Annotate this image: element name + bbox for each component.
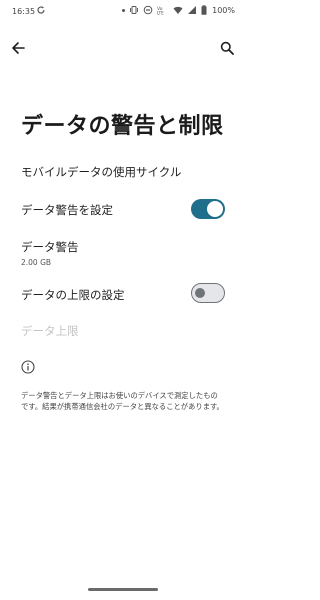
- toggle-knob: [207, 201, 223, 217]
- vibrate-icon: [130, 6, 139, 14]
- back-button[interactable]: [8, 38, 28, 58]
- usage-cycle-item[interactable]: モバイルデータの使用サイクル: [21, 164, 225, 180]
- data-limit-label: データ上限: [21, 324, 79, 338]
- do-not-disturb-icon: [143, 5, 153, 15]
- data-warning-label: データ警告: [21, 240, 79, 254]
- gesture-nav-handle[interactable]: [88, 588, 158, 591]
- battery-icon: [201, 5, 207, 15]
- data-limit-item: データ上限: [21, 323, 225, 339]
- set-data-warning-toggle[interactable]: [191, 199, 225, 219]
- battery-percent: 100%: [212, 5, 235, 15]
- signal-icon: [188, 6, 197, 14]
- toggle-knob: [195, 287, 205, 298]
- search-button[interactable]: [217, 38, 237, 58]
- set-data-limit-toggle[interactable]: [191, 283, 225, 303]
- status-icons: Vo LTE 100%: [122, 5, 235, 15]
- usage-cycle-label: モバイルデータの使用サイクル: [21, 165, 182, 179]
- search-icon: [220, 41, 234, 55]
- page-title: データの警告と制限: [21, 114, 224, 139]
- notification-dot-icon: [122, 8, 126, 12]
- arrow-back-icon: [12, 42, 25, 54]
- data-warning-value: 2.00 GB: [21, 258, 52, 267]
- sync-icon: [37, 6, 45, 14]
- volte-icon: Vo LTE: [157, 6, 164, 16]
- svg-text:LTE: LTE: [157, 11, 164, 16]
- app-bar: [0, 32, 245, 68]
- data-warning-item[interactable]: データ警告 2.00 GB: [21, 239, 225, 267]
- status-bar: 16:35 Vo LTE 100%: [0, 0, 245, 24]
- status-time: 16:35: [12, 7, 36, 16]
- info-icon: [21, 360, 35, 374]
- wifi-icon: [173, 6, 183, 14]
- footer-note: データ警告とデータ上限はお使いのデバイスで測定したものです。結果が携帯通信会社の…: [21, 391, 224, 411]
